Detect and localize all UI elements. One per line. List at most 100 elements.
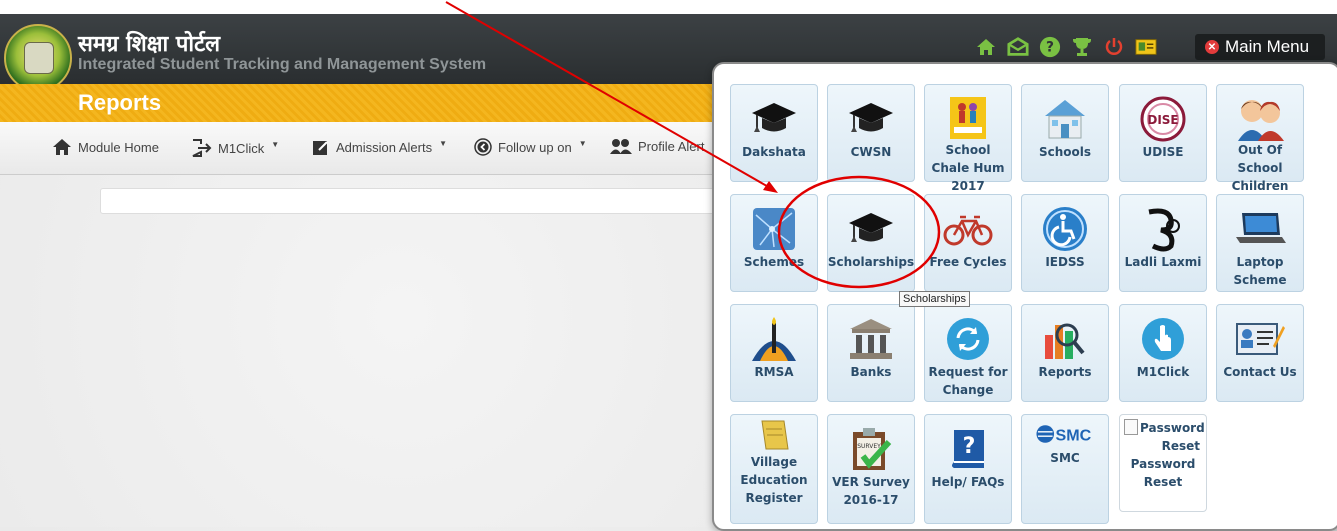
- tile-label: Ladli Laxmi: [1124, 255, 1202, 269]
- portal-title-hindi: समग्र शिक्षा पोर्टल: [78, 31, 221, 57]
- graduation-cap-icon: [841, 95, 901, 143]
- tile-label: Schemes: [743, 255, 805, 269]
- tile-password-reset[interactable]: Password Reset Password Reset: [1119, 414, 1207, 512]
- tile-label: RMSA: [754, 365, 794, 379]
- notepad-icon: [744, 419, 804, 453]
- tile-request-for-change[interactable]: Request for Change: [924, 304, 1012, 402]
- broken-image-alt-text: Password Reset: [1140, 421, 1205, 453]
- nav-admission-alerts[interactable]: Admission Alerts ▼: [312, 138, 447, 156]
- tile-out-of-school-children[interactable]: Out Of School Children: [1216, 84, 1304, 193]
- graduation-cap-icon: [841, 205, 901, 253]
- tile-label: Scholarships: [827, 255, 915, 269]
- close-icon: ✕: [1205, 40, 1219, 54]
- tile-schemes[interactable]: Schemes: [730, 194, 818, 292]
- tile-label: Out Of School Children: [1231, 143, 1289, 193]
- tile-village-education-register[interactable]: Village Education Register: [730, 414, 818, 524]
- hand-pointer-icon: [1133, 315, 1193, 363]
- signin-icon: [192, 139, 212, 157]
- graduation-cap-icon: [744, 95, 804, 143]
- tile-ladli-laxmi[interactable]: Ladli Laxmi: [1119, 194, 1207, 292]
- tile-label: UDISE: [1142, 145, 1184, 159]
- portal-logo-icon[interactable]: [4, 24, 72, 92]
- tile-cwsn[interactable]: CWSN: [827, 84, 915, 182]
- nav-module-home[interactable]: Module Home: [52, 138, 159, 156]
- udise-logo-icon: DISE: [1133, 95, 1193, 143]
- bank-icon: [841, 315, 901, 363]
- smc-logo-icon: SMC: [1035, 419, 1095, 449]
- survey-clipboard-icon: SURVEY: [841, 425, 901, 473]
- tile-ver-survey[interactable]: SURVEY VER Survey 2016-17: [827, 414, 915, 524]
- svg-text:?: ?: [1046, 40, 1054, 56]
- tile-smc[interactable]: SMC SMC: [1021, 414, 1109, 524]
- bicycle-icon: [938, 205, 998, 253]
- help-book-icon: ?: [938, 425, 998, 473]
- svg-text:?: ?: [963, 434, 976, 459]
- trophy-icon[interactable]: [1071, 36, 1093, 58]
- help-icon[interactable]: ?: [1039, 36, 1061, 58]
- tile-free-cycles[interactable]: Free Cycles: [924, 194, 1012, 292]
- tooltip-scholarships: Scholarships: [899, 291, 970, 307]
- tile-laptop-scheme[interactable]: Laptop Scheme: [1216, 194, 1304, 292]
- power-icon[interactable]: [1103, 36, 1125, 58]
- tile-label: Password Reset: [1130, 457, 1196, 489]
- ladli-logo-icon: [1133, 205, 1193, 253]
- search-input[interactable]: [100, 188, 742, 214]
- tile-help-faqs[interactable]: ? Help/ FAQs: [924, 414, 1012, 524]
- tile-scholarships[interactable]: Scholarships: [827, 194, 915, 292]
- circle-arrow-icon: [474, 138, 492, 156]
- tile-label: CWSN: [850, 145, 892, 159]
- tile-label: Banks: [850, 365, 892, 379]
- main-menu-label: Main Menu: [1225, 37, 1310, 56]
- nav-label: Follow up on: [498, 139, 572, 155]
- tile-iedss[interactable]: IEDSS: [1021, 194, 1109, 292]
- tile-label: Request for Change: [928, 365, 1008, 397]
- rmsa-logo-icon: [744, 315, 804, 363]
- nav-label: M1Click: [218, 140, 265, 156]
- top-strip: [0, 0, 1337, 15]
- main-menu-button[interactable]: ✕ Main Menu: [1195, 34, 1325, 60]
- svg-text:DISE: DISE: [1147, 113, 1178, 127]
- tile-label: Village Education Register: [740, 455, 808, 505]
- tile-reports[interactable]: Reports: [1021, 304, 1109, 402]
- tile-label: Dakshata: [742, 145, 806, 159]
- nav-label: Profile Alert: [638, 138, 705, 154]
- tile-label: VER Survey 2016-17: [832, 475, 910, 507]
- broken-image-icon: [1124, 419, 1138, 435]
- laptop-icon: [1230, 205, 1290, 253]
- nav-profile-alert[interactable]: Profile Alert: [610, 138, 704, 154]
- tile-banks[interactable]: Banks: [827, 304, 915, 402]
- children-icon: [1230, 95, 1290, 141]
- tile-label: M1Click: [1136, 365, 1190, 379]
- tile-schools[interactable]: Schools: [1021, 84, 1109, 182]
- wheelchair-icon: [1035, 205, 1095, 253]
- tile-m1click[interactable]: M1Click: [1119, 304, 1207, 402]
- svg-text:SMC: SMC: [1055, 427, 1091, 445]
- svg-text:SURVEY: SURVEY: [857, 443, 881, 450]
- tile-label: Contact Us: [1223, 365, 1297, 379]
- header-icon-bar: ?: [975, 32, 1157, 62]
- tile-school-chale-hum[interactable]: School Chale Hum 2017: [924, 84, 1012, 193]
- network-map-icon: [744, 205, 804, 253]
- tile-label: Laptop Scheme: [1233, 255, 1287, 287]
- report-chart-icon: [1035, 315, 1095, 363]
- mail-icon[interactable]: [1007, 36, 1029, 58]
- tile-udise[interactable]: DISE UDISE: [1119, 84, 1207, 182]
- profile-card-icon[interactable]: [1135, 36, 1157, 58]
- users-icon: [610, 139, 632, 154]
- tile-label: SMC: [1050, 451, 1080, 465]
- page-title: Reports: [78, 90, 162, 115]
- tile-contact-us[interactable]: Contact Us: [1216, 304, 1304, 402]
- tile-dakshata[interactable]: Dakshata: [730, 84, 818, 182]
- nav-m1click[interactable]: M1Click ▼: [190, 138, 279, 158]
- nav-label: Admission Alerts: [336, 139, 433, 155]
- nav-label: Module Home: [78, 139, 159, 155]
- tile-rmsa[interactable]: RMSA: [730, 304, 818, 402]
- tile-label: Schools: [1038, 145, 1092, 159]
- contact-card-icon: [1230, 315, 1290, 363]
- nav-follow-up-on[interactable]: Follow up on ▼: [474, 138, 587, 156]
- tile-label: IEDSS: [1045, 255, 1085, 269]
- home-icon[interactable]: [975, 36, 997, 58]
- tile-label: Reports: [1038, 365, 1092, 379]
- tile-label: School Chale Hum 2017: [931, 143, 1005, 193]
- children-poster-icon: [938, 95, 998, 141]
